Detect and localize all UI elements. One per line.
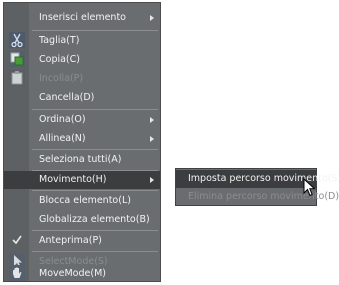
menu-item-blocca-elemento[interactable]: Blocca elemento(L) bbox=[4, 192, 160, 210]
submenu-arrow-icon bbox=[150, 136, 154, 142]
menu-item-ordina[interactable]: Ordina(O) bbox=[4, 111, 160, 129]
menu-item-globalizza-elemento[interactable]: Globalizza elemento(B) bbox=[4, 211, 160, 229]
movimento-submenu: Imposta percorso movimento(S) Elimina pe… bbox=[175, 168, 339, 206]
menu-item-label: Copia(C) bbox=[39, 54, 80, 65]
mouse-cursor-icon bbox=[303, 177, 317, 198]
menu-item-label: Taglia(T) bbox=[39, 35, 80, 46]
menu-item-label: Incolla(P) bbox=[39, 73, 84, 84]
menu-item-label: Cancella(D) bbox=[39, 92, 95, 103]
menu-item-allinea[interactable]: Allinea(N) bbox=[4, 130, 160, 148]
menu-separator bbox=[32, 190, 158, 191]
menu-item-movimento[interactable]: Movimento(H) bbox=[4, 171, 160, 189]
submenu-arrow-icon bbox=[150, 117, 154, 123]
menu-item-seleziona-tutti[interactable]: Seleziona tutti(A) bbox=[4, 151, 160, 169]
menu-item-label: Seleziona tutti(A) bbox=[39, 154, 122, 165]
menu-separator bbox=[32, 109, 158, 110]
menu-item-cancella[interactable]: Cancella(D) bbox=[4, 89, 160, 107]
submenu-item-elimina-percorso: Elimina percorso movimento(D) bbox=[176, 188, 339, 206]
context-menu: Inserisci elemento Taglia(T) Copia(C) In… bbox=[3, 2, 161, 282]
menu-item-incolla: Incolla(P) bbox=[4, 70, 160, 88]
submenu-arrow-icon bbox=[150, 15, 154, 21]
menu-separator bbox=[32, 149, 158, 150]
menu-item-anteprima[interactable]: Anteprima(P) bbox=[4, 232, 160, 250]
menu-item-label: Movimento(H) bbox=[39, 174, 107, 185]
menu-separator bbox=[32, 30, 158, 31]
menu-item-label: Inserisci elemento bbox=[39, 12, 126, 23]
menu-item-movemode[interactable]: MoveMode(M) bbox=[4, 265, 160, 283]
menu-item-label: Ordina(O) bbox=[39, 114, 86, 125]
menu-item-copia[interactable]: Copia(C) bbox=[4, 51, 160, 69]
menu-item-label: Allinea(N) bbox=[39, 133, 86, 144]
menu-separator bbox=[32, 251, 158, 252]
menu-item-inserisci-elemento[interactable]: Inserisci elemento bbox=[4, 9, 160, 27]
submenu-item-imposta-percorso[interactable]: Imposta percorso movimento(S) bbox=[176, 170, 339, 188]
submenu-arrow-icon bbox=[150, 177, 154, 183]
menu-item-label: MoveMode(M) bbox=[39, 268, 106, 279]
menu-item-label: Globalizza elemento(B) bbox=[39, 214, 150, 225]
menu-separator bbox=[32, 230, 158, 231]
menu-item-label: Blocca elemento(L) bbox=[39, 195, 131, 206]
menu-item-label: Anteprima(P) bbox=[39, 235, 102, 246]
menu-item-taglia[interactable]: Taglia(T) bbox=[4, 32, 160, 50]
